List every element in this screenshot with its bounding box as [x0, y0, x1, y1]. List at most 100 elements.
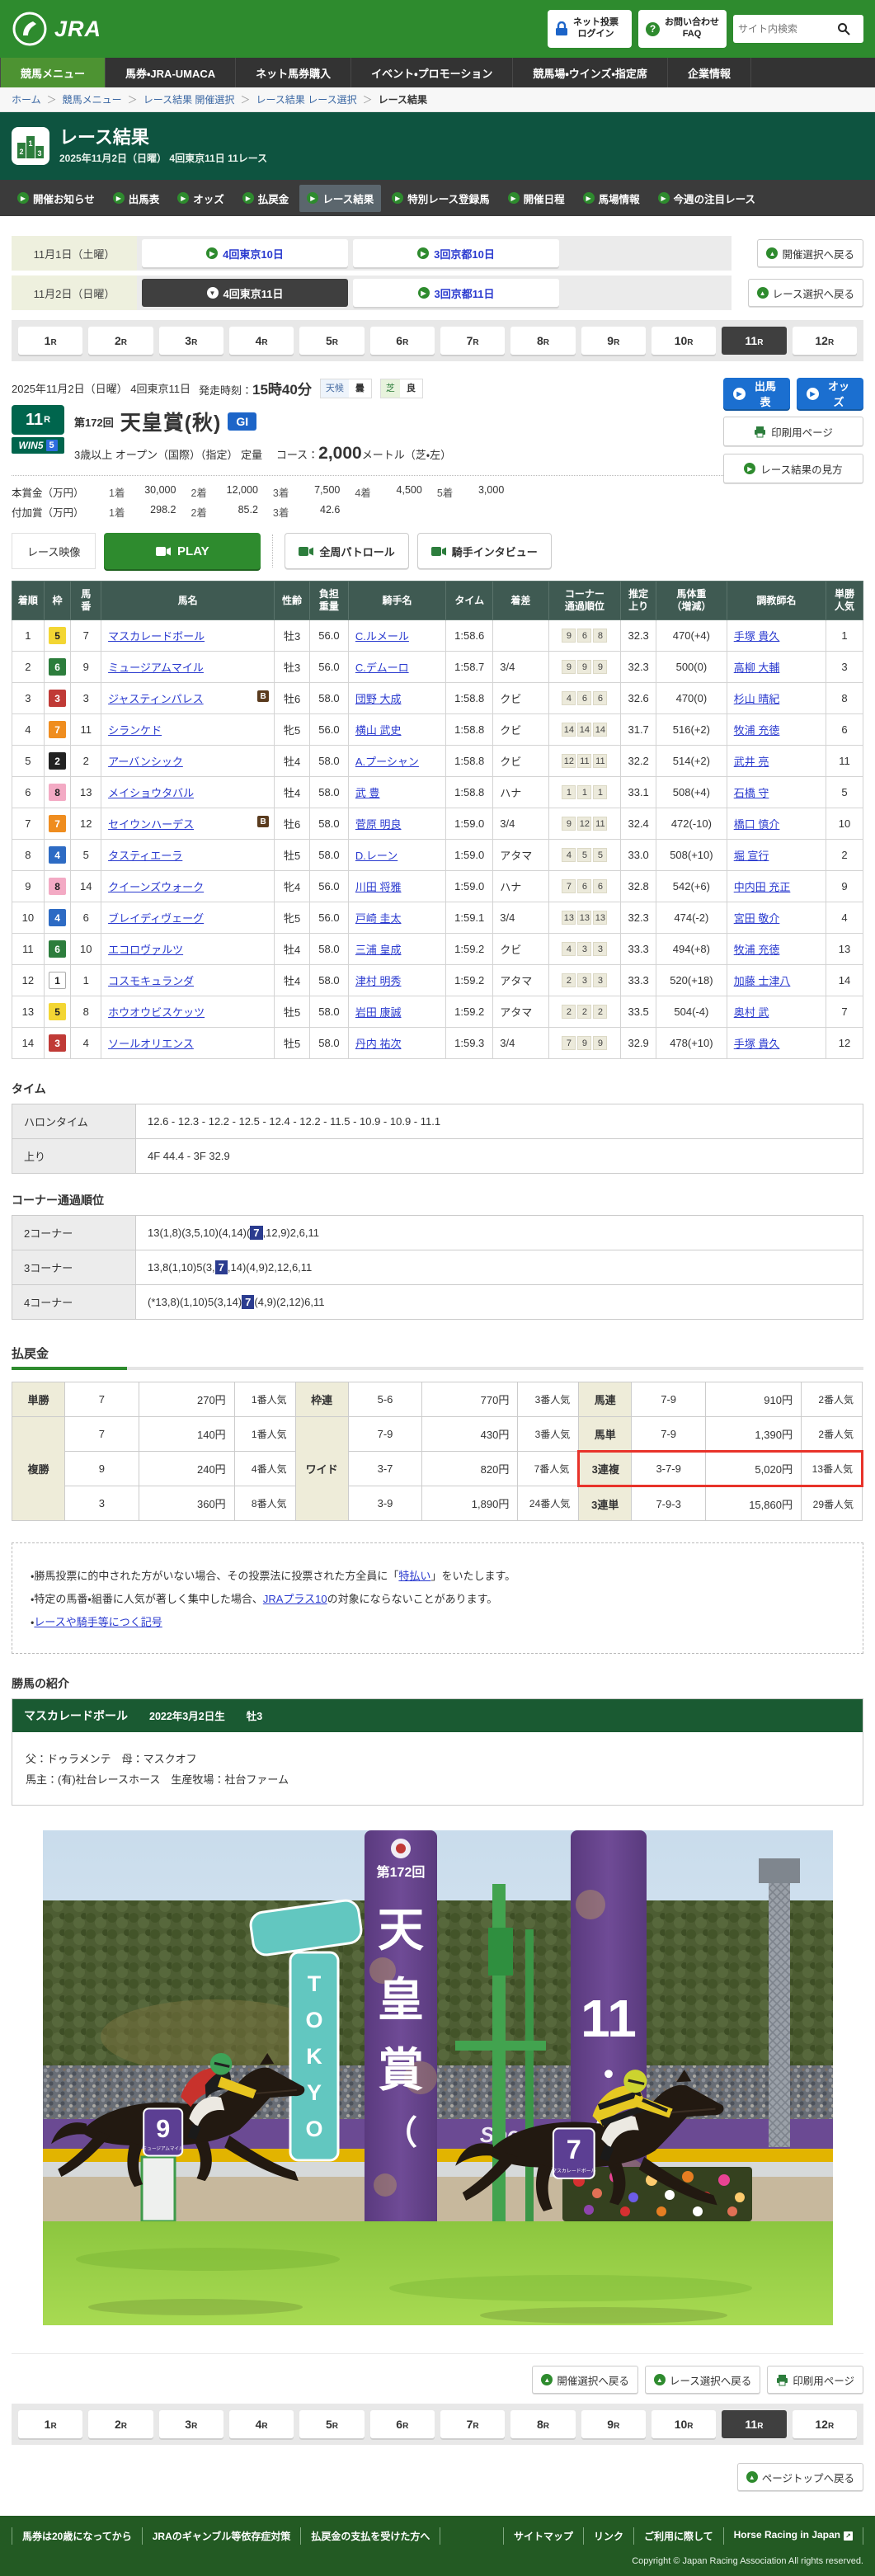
- jockey-link[interactable]: 戸崎 圭太: [355, 912, 402, 925]
- horse-link[interactable]: クイーンズウォーク: [108, 881, 204, 893]
- trainer-link[interactable]: 堀 宣行: [734, 850, 769, 862]
- tab-kaisai-oshirase[interactable]: ▶開催お知らせ: [10, 185, 102, 212]
- trainer-link[interactable]: 牧浦 充徳: [734, 724, 780, 737]
- jockey-link[interactable]: 横山 武史: [355, 724, 402, 737]
- play-button[interactable]: PLAY: [104, 533, 261, 569]
- race-9r-button[interactable]: 9R: [581, 2410, 646, 2438]
- footer-link-gambling-care[interactable]: JRAのギャンブル等依存症対策: [142, 2527, 301, 2545]
- jockey-link[interactable]: 団野 大成: [355, 693, 402, 705]
- tab-chumoku-race[interactable]: ▶今週の注目レース: [651, 185, 763, 212]
- tokubarai-link[interactable]: 特払い: [398, 1570, 430, 1582]
- footer-link-sitemap[interactable]: サイトマップ: [503, 2527, 583, 2545]
- jockey-link[interactable]: 菅原 明良: [355, 818, 402, 831]
- race-4r-button[interactable]: 4R: [229, 327, 294, 355]
- jockey-link[interactable]: 岩田 康誠: [355, 1006, 402, 1019]
- footer-link-payment[interactable]: 払戻金の支払を受けた方へ: [300, 2527, 440, 2545]
- search-icon[interactable]: [837, 22, 850, 35]
- jockey-interview-button[interactable]: 騎手インタビュー: [417, 533, 552, 569]
- race-2r-button[interactable]: 2R: [88, 2410, 153, 2438]
- patrol-video-button[interactable]: 全周パトロール: [285, 533, 408, 569]
- breadcrumb-race-select[interactable]: レース結果 レース選択: [256, 92, 356, 106]
- breadcrumb-kaisai-select[interactable]: レース結果 開催選択: [143, 92, 235, 106]
- tab-race-kekka[interactable]: ▶レース結果: [299, 185, 381, 212]
- horse-link[interactable]: アーバンシック: [108, 756, 183, 768]
- net-voting-login-button[interactable]: ネット投票ログイン: [548, 10, 632, 48]
- back-to-race-select-button-bottom[interactable]: ▲レース選択へ戻る: [645, 2366, 760, 2394]
- horse-link[interactable]: ミュージアムマイル: [108, 662, 204, 674]
- tab-odds[interactable]: ▶オッズ: [170, 185, 232, 212]
- race-7r-button[interactable]: 7R: [440, 2410, 505, 2438]
- odds-button[interactable]: ▶オッズ: [797, 378, 863, 409]
- print-page-button[interactable]: 印刷用ページ: [723, 417, 863, 446]
- horse-link[interactable]: セイウンハーデス: [108, 818, 194, 831]
- trainer-link[interactable]: 奥村 武: [734, 1006, 769, 1019]
- jra-logo[interactable]: JRA: [12, 11, 101, 47]
- race-2r-button[interactable]: 2R: [88, 327, 153, 355]
- race-8r-button[interactable]: 8R: [510, 327, 575, 355]
- venue-tokyo10-button[interactable]: ▶4回東京10日: [142, 239, 348, 267]
- trainer-link[interactable]: 宮田 敬介: [734, 912, 780, 925]
- trainer-link[interactable]: 手塚 貴久: [734, 1038, 780, 1050]
- trainer-link[interactable]: 牧浦 充徳: [734, 944, 780, 956]
- nav-corporate[interactable]: 企業情報: [668, 58, 751, 87]
- footer-link-terms[interactable]: ご利用に際して: [633, 2527, 723, 2545]
- trainer-link[interactable]: 橋口 慎介: [734, 818, 780, 831]
- nav-net-baken[interactable]: ネット馬券購入: [236, 58, 351, 87]
- race-11r-button[interactable]: 11R: [722, 327, 786, 355]
- race-10r-button[interactable]: 10R: [652, 327, 716, 355]
- race-10r-button[interactable]: 10R: [652, 2410, 716, 2438]
- race-12r-button[interactable]: 12R: [793, 2410, 857, 2438]
- horse-link[interactable]: タスティエーラ: [108, 850, 182, 862]
- nav-event-promotion[interactable]: イベント・プロモーション: [351, 58, 513, 87]
- race-5r-button[interactable]: 5R: [299, 2410, 364, 2438]
- nav-baken-umaca[interactable]: 馬券・JRA-UMACA: [106, 58, 236, 87]
- race-11r-button[interactable]: 11R: [722, 2410, 786, 2438]
- race-7r-button[interactable]: 7R: [440, 327, 505, 355]
- race-6r-button[interactable]: 6R: [370, 327, 435, 355]
- back-to-race-select-button[interactable]: ▲レース選択へ戻る: [748, 279, 863, 307]
- back-to-kaisai-button[interactable]: ▲開催選択へ戻る: [757, 239, 863, 267]
- trainer-link[interactable]: 中内田 充正: [734, 881, 791, 893]
- print-page-button-bottom[interactable]: 印刷用ページ: [767, 2366, 863, 2394]
- nav-keibajo-wins[interactable]: 競馬場・ウインズ・指定席: [513, 58, 668, 87]
- race-1r-button[interactable]: 1R: [18, 327, 82, 355]
- jockey-link[interactable]: 津村 明秀: [355, 975, 402, 987]
- horse-link[interactable]: シランケド: [108, 724, 162, 737]
- venue-tokyo11-button[interactable]: ▼4回東京11日: [142, 279, 348, 307]
- result-guide-button[interactable]: ▶レース結果の見方: [723, 454, 863, 483]
- breadcrumb-keiba-menu[interactable]: 競馬メニュー: [63, 92, 122, 106]
- trainer-link[interactable]: 石橋 守: [734, 787, 769, 799]
- race-3r-button[interactable]: 3R: [159, 327, 223, 355]
- horse-link[interactable]: ブレイディヴェーグ: [108, 912, 204, 925]
- breadcrumb-home[interactable]: ホーム: [12, 92, 41, 106]
- search-input[interactable]: [738, 23, 837, 35]
- horse-link[interactable]: ホウオウビスケッツ: [108, 1006, 205, 1019]
- faq-button[interactable]: ? お問い合わせFAQ: [638, 10, 727, 48]
- nav-keiba-menu[interactable]: 競馬メニュー: [0, 58, 106, 87]
- tab-baba-joho[interactable]: ▶馬場情報: [576, 185, 647, 212]
- trainer-link[interactable]: 杉山 晴紀: [734, 693, 780, 705]
- jockey-link[interactable]: 武 豊: [355, 787, 380, 799]
- trainer-link[interactable]: 武井 亮: [734, 756, 769, 768]
- back-to-kaisai-button-bottom[interactable]: ▲開催選択へ戻る: [532, 2366, 638, 2394]
- horse-link[interactable]: エコロヴァルツ: [108, 944, 183, 956]
- race-symbols-link[interactable]: レースや騎手等につく記号: [34, 1616, 162, 1628]
- race-6r-button[interactable]: 6R: [370, 2410, 435, 2438]
- race-3r-button[interactable]: 3R: [159, 2410, 223, 2438]
- trainer-link[interactable]: 加藤 士津八: [734, 975, 791, 987]
- horse-link[interactable]: メイショウタバル: [108, 787, 194, 799]
- jockey-link[interactable]: 三浦 皇成: [355, 944, 402, 956]
- horse-link[interactable]: コスモキュランダ: [108, 975, 194, 987]
- jockey-link[interactable]: 川田 将雅: [355, 881, 402, 893]
- shutsuba-button[interactable]: ▶出馬表: [723, 378, 790, 409]
- footer-link-hrij[interactable]: Horse Racing in Japan↗: [723, 2527, 863, 2545]
- jockey-link[interactable]: C.デムーロ: [355, 662, 409, 674]
- trainer-link[interactable]: 高柳 大輔: [734, 662, 780, 674]
- race-12r-button[interactable]: 12R: [793, 327, 857, 355]
- horse-link[interactable]: マスカレードボール: [108, 630, 205, 643]
- tab-shutsuba[interactable]: ▶出馬表: [106, 185, 167, 212]
- footer-link-age20[interactable]: 馬券は20歳になってから: [12, 2527, 142, 2545]
- jockey-link[interactable]: C.ルメール: [355, 630, 409, 643]
- race-9r-button[interactable]: 9R: [581, 327, 646, 355]
- jockey-link[interactable]: D.レーン: [355, 850, 398, 862]
